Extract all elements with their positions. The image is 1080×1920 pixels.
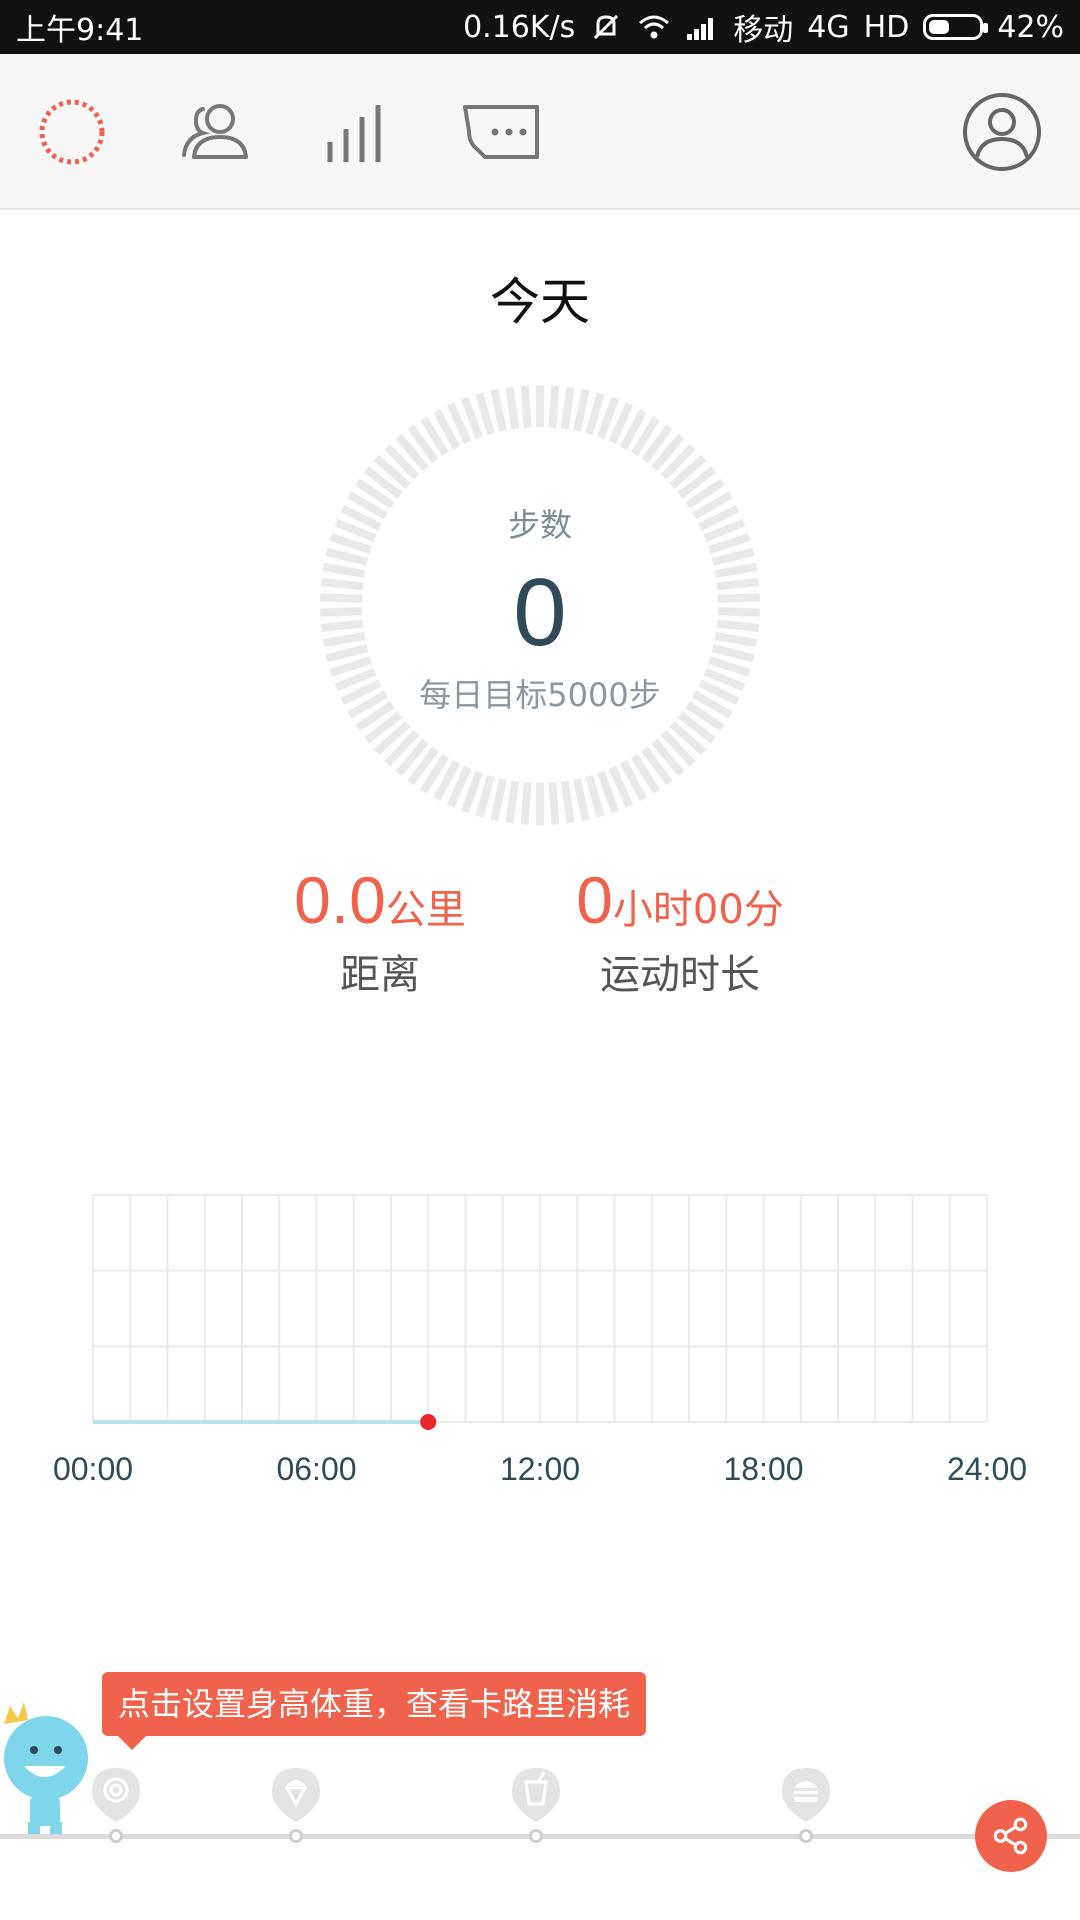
daily-goal: 每日目标5000步 <box>419 676 661 714</box>
milestone-dot <box>529 1829 543 1843</box>
steps-value: 0 <box>513 559 567 666</box>
top-nav <box>0 54 1080 210</box>
duration-minute-unit: 分 <box>743 887 784 933</box>
tab-activity[interactable] <box>27 87 117 177</box>
tab-stats[interactable] <box>310 87 400 177</box>
distance-value: 0.0 <box>294 863 386 937</box>
tab-friends[interactable] <box>170 87 260 177</box>
milestone-dot <box>109 1829 123 1843</box>
net-speed: 0.16K/s <box>463 9 576 45</box>
activity-ring-icon <box>39 99 105 165</box>
set-body-info-tooltip[interactable]: 点击设置身高体重，查看卡路里消耗 <box>102 1672 647 1750</box>
carrier: 移动 <box>733 13 794 48</box>
status-bar: 上午9:41 0.16K/s 移动 4G HD 42% <box>0 0 1080 54</box>
ring-segment <box>475 775 495 818</box>
wifi-icon <box>639 15 670 39</box>
current-time-point <box>420 1414 437 1430</box>
signal-icon <box>687 18 714 40</box>
distance-label: 距离 <box>340 952 420 998</box>
x-tick-label: 24:00 <box>947 1451 1027 1487</box>
ring-segment <box>520 782 532 825</box>
ring-segment <box>585 392 605 435</box>
duration-stat: 0小时00分 运动时长 <box>570 862 790 1000</box>
ring-segment <box>560 780 575 824</box>
ring-segment <box>490 778 507 822</box>
duration-minutes: 00 <box>692 887 744 933</box>
ring-segment <box>573 388 590 432</box>
activity-chart: 00:00 06:00 12:00 18:00 24:00 <box>53 1194 1027 1487</box>
battery-icon <box>923 14 989 40</box>
x-tick-label: 00:00 <box>53 1451 133 1487</box>
ring-segment <box>560 386 575 430</box>
x-tick-label: 12:00 <box>500 1451 580 1487</box>
ring-segment <box>490 388 507 432</box>
ring-segment <box>505 780 520 824</box>
tab-messages[interactable] <box>455 87 545 177</box>
duration-label: 运动时长 <box>600 952 760 998</box>
battery-percent: 42% <box>997 9 1064 45</box>
status-time: 上午9:41 <box>16 13 144 48</box>
distance-unit: 公里 <box>385 887 466 933</box>
ring-segment <box>520 385 532 428</box>
distance-stat: 0.0公里 距离 <box>290 862 470 1000</box>
ring-segment <box>585 775 605 818</box>
ring-segment <box>475 392 495 435</box>
steps-label: 步数 <box>507 506 572 544</box>
share-icon <box>993 1817 1028 1855</box>
share-button[interactable] <box>975 1800 1047 1872</box>
milestone-dot <box>799 1829 813 1843</box>
friends-icon <box>182 104 248 159</box>
profile-button[interactable] <box>957 87 1047 177</box>
ring-segment <box>548 782 560 825</box>
profile-icon <box>963 93 1041 171</box>
hd-indicator: HD <box>863 9 910 45</box>
ring-segment <box>573 778 590 822</box>
x-tick-label: 18:00 <box>723 1451 803 1487</box>
ring-segment <box>548 385 560 428</box>
ring-segment <box>505 386 520 430</box>
mute-icon <box>594 14 619 40</box>
page-title: 今天 <box>490 273 590 331</box>
messages-icon <box>463 105 539 159</box>
duration-hour-unit: 小时 <box>612 887 693 933</box>
stats-icon <box>327 105 381 162</box>
network-type: 4G <box>807 9 850 45</box>
x-tick-label: 06:00 <box>276 1451 356 1487</box>
milestone-dot <box>289 1829 303 1843</box>
duration-hours: 0 <box>576 863 613 937</box>
mascot-icon <box>4 1702 88 1834</box>
